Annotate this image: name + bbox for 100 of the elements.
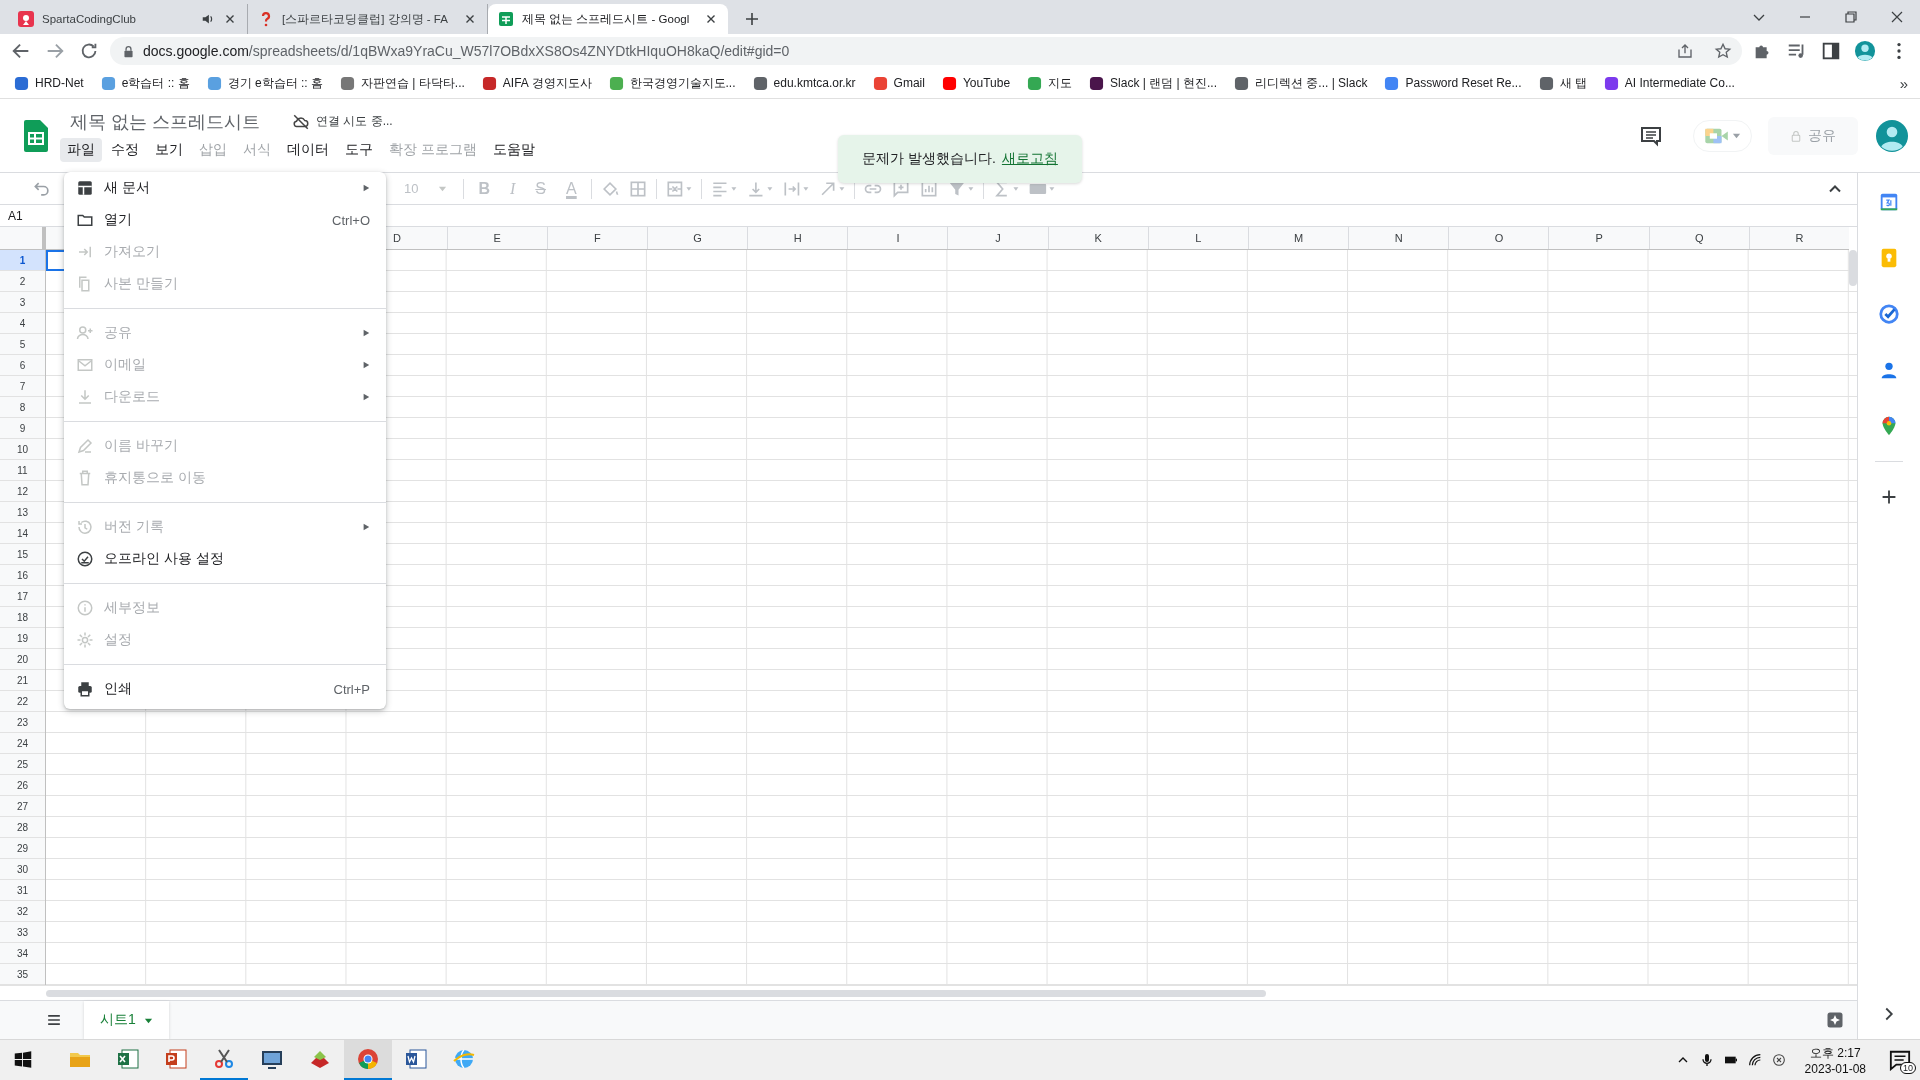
spreadsheet-logo-icon[interactable] <box>24 119 48 152</box>
browser-tab[interactable]: 제목 없는 스프레드시트 - Googl <box>488 4 728 34</box>
row-header[interactable]: 28 <box>0 817 45 838</box>
explore-icon[interactable] <box>1825 1010 1845 1030</box>
menu-item[interactable]: 수정 <box>104 137 146 162</box>
menu-item[interactable]: 데이터 <box>280 137 336 162</box>
more-bookmarks-button[interactable]: » <box>1899 74 1908 92</box>
column-header[interactable]: J <box>947 227 1048 249</box>
row-header[interactable]: 10 <box>0 439 45 460</box>
speaker-icon[interactable] <box>201 12 215 26</box>
row-header[interactable]: 19 <box>0 628 45 649</box>
row-header[interactable]: 4 <box>0 313 45 334</box>
new-tab-icon[interactable] <box>744 11 760 27</box>
bookmark[interactable]: HRD-Net <box>14 75 84 91</box>
row-header[interactable]: 11 <box>0 460 45 481</box>
column-header[interactable]: P <box>1548 227 1649 249</box>
row-header[interactable]: 29 <box>0 838 45 859</box>
row-header[interactable]: 35 <box>0 964 45 985</box>
bookmark[interactable]: Slack | 랜덤 | 현진... <box>1089 74 1217 92</box>
column-header[interactable]: K <box>1047 227 1148 249</box>
row-header[interactable]: 12 <box>0 481 45 502</box>
no-signal-icon[interactable] <box>1770 1052 1787 1068</box>
row-header[interactable]: 33 <box>0 922 45 943</box>
row-header[interactable]: 24 <box>0 733 45 754</box>
row-header[interactable]: 23 <box>0 712 45 733</box>
column-header[interactable]: N <box>1348 227 1449 249</box>
row-header[interactable]: 17 <box>0 586 45 607</box>
row-header[interactable]: 30 <box>0 859 45 880</box>
spreadsheet-app-icon <box>116 1047 140 1071</box>
column-header[interactable]: E <box>446 227 547 249</box>
row-header[interactable]: 6 <box>0 355 45 376</box>
menu-item[interactable]: 도움말 <box>485 137 542 162</box>
browser-tab[interactable]: SpartaCodingClub <box>8 4 248 34</box>
bookmark[interactable]: 경기 e학습터 :: 홈 <box>206 74 324 92</box>
row-header[interactable]: 32 <box>0 901 45 922</box>
document-title[interactable]: 제목 없는 스프레드시트 <box>68 109 262 134</box>
menu-item[interactable]: 파일 <box>60 137 102 162</box>
row-header[interactable]: 27 <box>0 796 45 817</box>
bookmark[interactable]: edu.kmtca.or.kr <box>752 75 856 91</box>
row-header[interactable]: 13 <box>0 502 45 523</box>
scrollbar[interactable] <box>1849 250 1857 286</box>
bookmark[interactable]: Password Reset Re... <box>1384 75 1522 91</box>
column-header[interactable]: L <box>1147 227 1248 249</box>
scrollbar[interactable] <box>46 989 1266 997</box>
row-header[interactable]: 2 <box>0 271 45 292</box>
row-header[interactable]: 34 <box>0 943 45 964</box>
clock-date[interactable]: 2023-01-08 <box>1804 1061 1866 1076</box>
bookmark[interactable]: AIFA 경영지도사 <box>481 74 592 92</box>
column-header[interactable]: O <box>1448 227 1549 249</box>
column-header[interactable]: M <box>1248 227 1349 249</box>
calendar-icon[interactable] <box>1878 191 1900 213</box>
row-header[interactable]: 5 <box>0 334 45 355</box>
close-icon[interactable] <box>1889 9 1905 25</box>
bookmark[interactable]: e학습터 :: 홈 <box>100 74 190 92</box>
row-header[interactable]: 21 <box>0 670 45 691</box>
bookmark[interactable]: Gmail <box>872 75 925 91</box>
row-header[interactable]: 16 <box>0 565 45 586</box>
sheet-tab[interactable]: 시트1 <box>84 1001 169 1039</box>
row-header[interactable]: 22 <box>0 691 45 712</box>
row-header[interactable]: 8 <box>0 397 45 418</box>
column-header[interactable]: G <box>647 227 748 249</box>
bookmark[interactable]: 새 탭 <box>1538 74 1587 92</box>
column-header[interactable]: I <box>847 227 948 249</box>
row-header[interactable]: 31 <box>0 880 45 901</box>
row-header[interactable]: 14 <box>0 523 45 544</box>
bookmark[interactable]: AI Intermediate Co... <box>1603 75 1735 91</box>
menu-item[interactable]: 도구 <box>338 137 380 162</box>
bookmark[interactable]: YouTube <box>941 75 1011 91</box>
bookmark[interactable]: 한국경영기술지도... <box>608 74 736 92</box>
notification-button[interactable]: 10 <box>1880 1040 1920 1080</box>
menu-item[interactable]: 오프라인 사용 설정 <box>64 543 386 575</box>
bookmark[interactable]: 지도 <box>1027 74 1073 92</box>
column-header[interactable]: H <box>747 227 848 249</box>
menu-item[interactable]: 보기 <box>148 137 190 162</box>
restore-icon[interactable] <box>1843 9 1859 25</box>
bookmark[interactable]: 리디렉션 중... | Slack <box>1234 74 1368 92</box>
menu-item[interactable]: 새 문서 <box>64 172 386 204</box>
avatar-icon[interactable] <box>1876 119 1908 152</box>
row-header[interactable]: 1 <box>0 250 45 271</box>
wifi-icon[interactable] <box>1746 1052 1763 1068</box>
row-header[interactable]: 15 <box>0 544 45 565</box>
row-header[interactable]: 25 <box>0 754 45 775</box>
row-header[interactable]: 18 <box>0 607 45 628</box>
row-header[interactable]: 9 <box>0 418 45 439</box>
lock-icon <box>122 44 135 58</box>
menu-item[interactable]: 인쇄 Ctrl+P <box>64 673 386 705</box>
row-header[interactable]: 20 <box>0 649 45 670</box>
clock-time[interactable]: 오후 2:17 <box>1809 1044 1861 1062</box>
column-header[interactable]: F <box>546 227 647 249</box>
task-check-icon[interactable] <box>1878 303 1900 325</box>
row-header[interactable]: 7 <box>0 376 45 397</box>
address-bar[interactable]: docs.google.com/spreadsheets/d/1qBWxa9YraCu_W57l7OBdxXS8Os4ZNYDtkHIquOH8kaQ/edit#gid=0 <box>110 37 1742 65</box>
column-header[interactable]: Q <box>1648 227 1749 249</box>
avatar-icon[interactable] <box>1852 38 1878 64</box>
reload-link[interactable]: 새로고침 <box>1001 150 1058 168</box>
column-header[interactable]: R <box>1748 227 1849 249</box>
row-header[interactable]: 26 <box>0 775 45 796</box>
bookmark[interactable]: 자판연습 | 타닥타... <box>340 74 465 92</box>
row-header[interactable]: 3 <box>0 292 45 313</box>
start-icon[interactable] <box>12 1049 34 1071</box>
